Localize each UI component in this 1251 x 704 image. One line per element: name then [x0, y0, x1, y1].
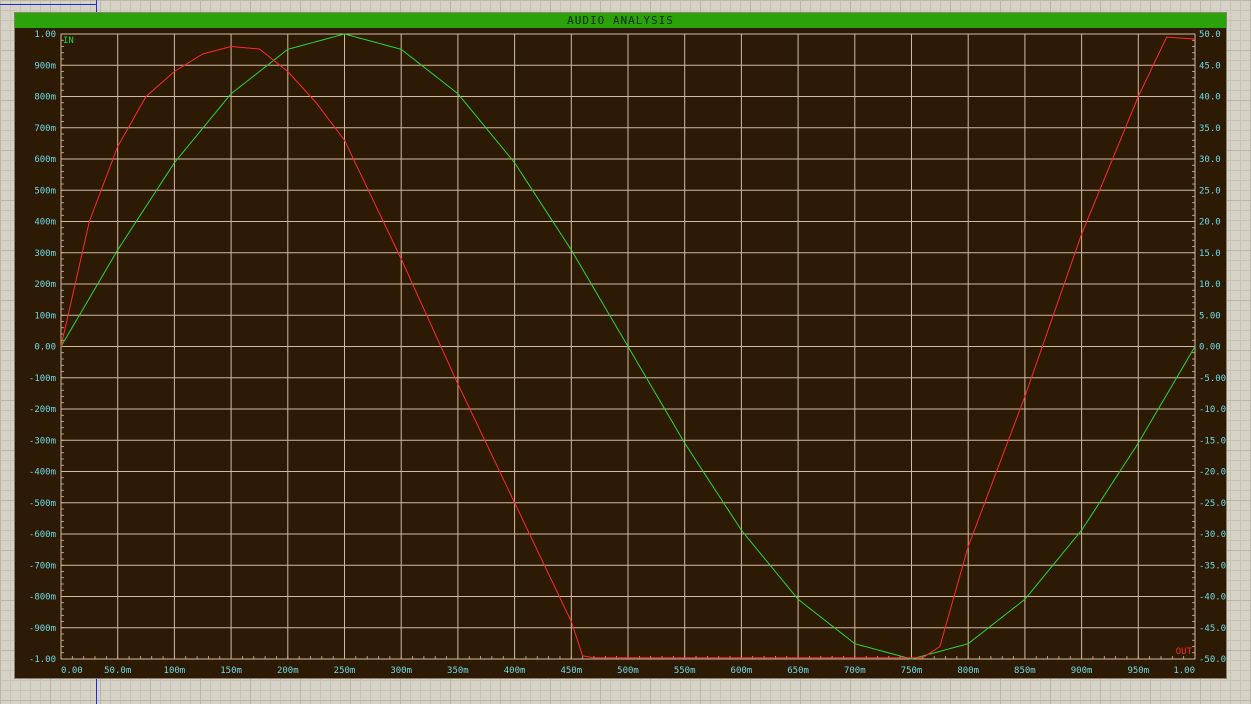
y-left-tick-label: 500m	[34, 186, 56, 196]
y-left-tick-label: -900m	[29, 624, 56, 634]
y-left-tick-label: 900m	[34, 61, 56, 71]
series-label-out: OUT	[1176, 647, 1193, 657]
corner-line-bottom-v	[96, 679, 97, 704]
corner-line-top-h	[0, 4, 97, 5]
series-label-in: IN	[63, 36, 74, 46]
y-left-tick-label: 300m	[34, 249, 56, 259]
y-left-tick-label: 1.00	[34, 30, 56, 40]
y-right-tick-label: 50.0	[1199, 30, 1221, 40]
y-right-tick-label: 5.00	[1199, 311, 1221, 321]
x-tick-label: 400m	[504, 666, 526, 676]
y-right-tick-label: -45.0	[1199, 624, 1226, 634]
x-tick-label: 150m	[220, 666, 242, 676]
y-right-tick-label: 0.00	[1199, 343, 1221, 353]
x-tick-label: 350m	[447, 666, 469, 676]
y-right-tick-label: 35.0	[1199, 124, 1221, 134]
x-tick-label: 0.00	[61, 666, 83, 676]
y-right-tick-label: -40.0	[1199, 593, 1226, 603]
y-left-tick-label: -400m	[29, 468, 56, 478]
x-tick-label: 550m	[674, 666, 696, 676]
x-tick-label: 450m	[560, 666, 582, 676]
y-left-tick-label: -700m	[29, 561, 56, 571]
y-right-tick-label: 30.0	[1199, 155, 1221, 165]
x-tick-label: 750m	[901, 666, 923, 676]
y-left-tick-label: -1.00	[29, 655, 56, 665]
audio-analysis-chart: 0.00 50.0m 100m 150m 200m 250m 300m 350m 400m 450…	[29, 30, 1226, 676]
x-tick-label: 300m	[390, 666, 412, 676]
y-right-tick-label: -50.0	[1199, 655, 1226, 665]
x-tick-label: 200m	[277, 666, 299, 676]
x-tick-label: 700m	[844, 666, 866, 676]
x-tick-label: 500m	[617, 666, 639, 676]
y-left-tick-label: -200m	[29, 405, 56, 415]
x-tick-label: 100m	[164, 666, 186, 676]
y-right-tick-label: 15.0	[1199, 249, 1221, 259]
y-left-tick-label: -300m	[29, 436, 56, 446]
y-left-tick-label: -800m	[29, 593, 56, 603]
y-right-tick-label: -10.0	[1199, 405, 1226, 415]
graph-frame[interactable]: AUDIO ANALYSIS 0.00 50.0m 100m 150m 200m 250m…	[14, 12, 1227, 679]
y-right-tick-label: 40.0	[1199, 93, 1221, 103]
x-tick-label: 950m	[1127, 666, 1149, 676]
y-left-tick-label: 100m	[34, 311, 56, 321]
y-right-tick-label: -5.00	[1199, 374, 1226, 384]
y-left-tick-label: 0.00	[34, 343, 56, 353]
corner-line-top-v	[96, 0, 97, 12]
y-right-tick-label: 25.0	[1199, 186, 1221, 196]
x-tick-label: 50.0m	[104, 666, 131, 676]
y-left-tick-label: -600m	[29, 530, 56, 540]
y-right-tick-label: -20.0	[1199, 468, 1226, 478]
y-right-tick-label: 20.0	[1199, 218, 1221, 228]
y-left-tick-label: 700m	[34, 124, 56, 134]
x-tick-label: 900m	[1071, 666, 1093, 676]
x-tick-label: 1.00	[1173, 666, 1195, 676]
y-right-tick-label: 45.0	[1199, 61, 1221, 71]
y-left-tick-label: -500m	[29, 499, 56, 509]
y-right-tick-label: 10.0	[1199, 280, 1221, 290]
y-left-tick-label: 800m	[34, 93, 56, 103]
y-right-tick-label: -25.0	[1199, 499, 1226, 509]
y-right-tick-label: -15.0	[1199, 436, 1226, 446]
y-left-tick-label: 400m	[34, 218, 56, 228]
y-right-tick-label: -35.0	[1199, 561, 1226, 571]
y-left-tick-label: 200m	[34, 280, 56, 290]
x-tick-label: 800m	[957, 666, 979, 676]
x-tick-label: 850m	[1014, 666, 1036, 676]
x-tick-label: 250m	[334, 666, 356, 676]
y-left-tick-label: -100m	[29, 374, 56, 384]
y-right-tick-label: -30.0	[1199, 530, 1226, 540]
x-tick-label: 650m	[787, 666, 809, 676]
x-tick-label: 600m	[731, 666, 753, 676]
y-left-tick-label: 600m	[34, 155, 56, 165]
